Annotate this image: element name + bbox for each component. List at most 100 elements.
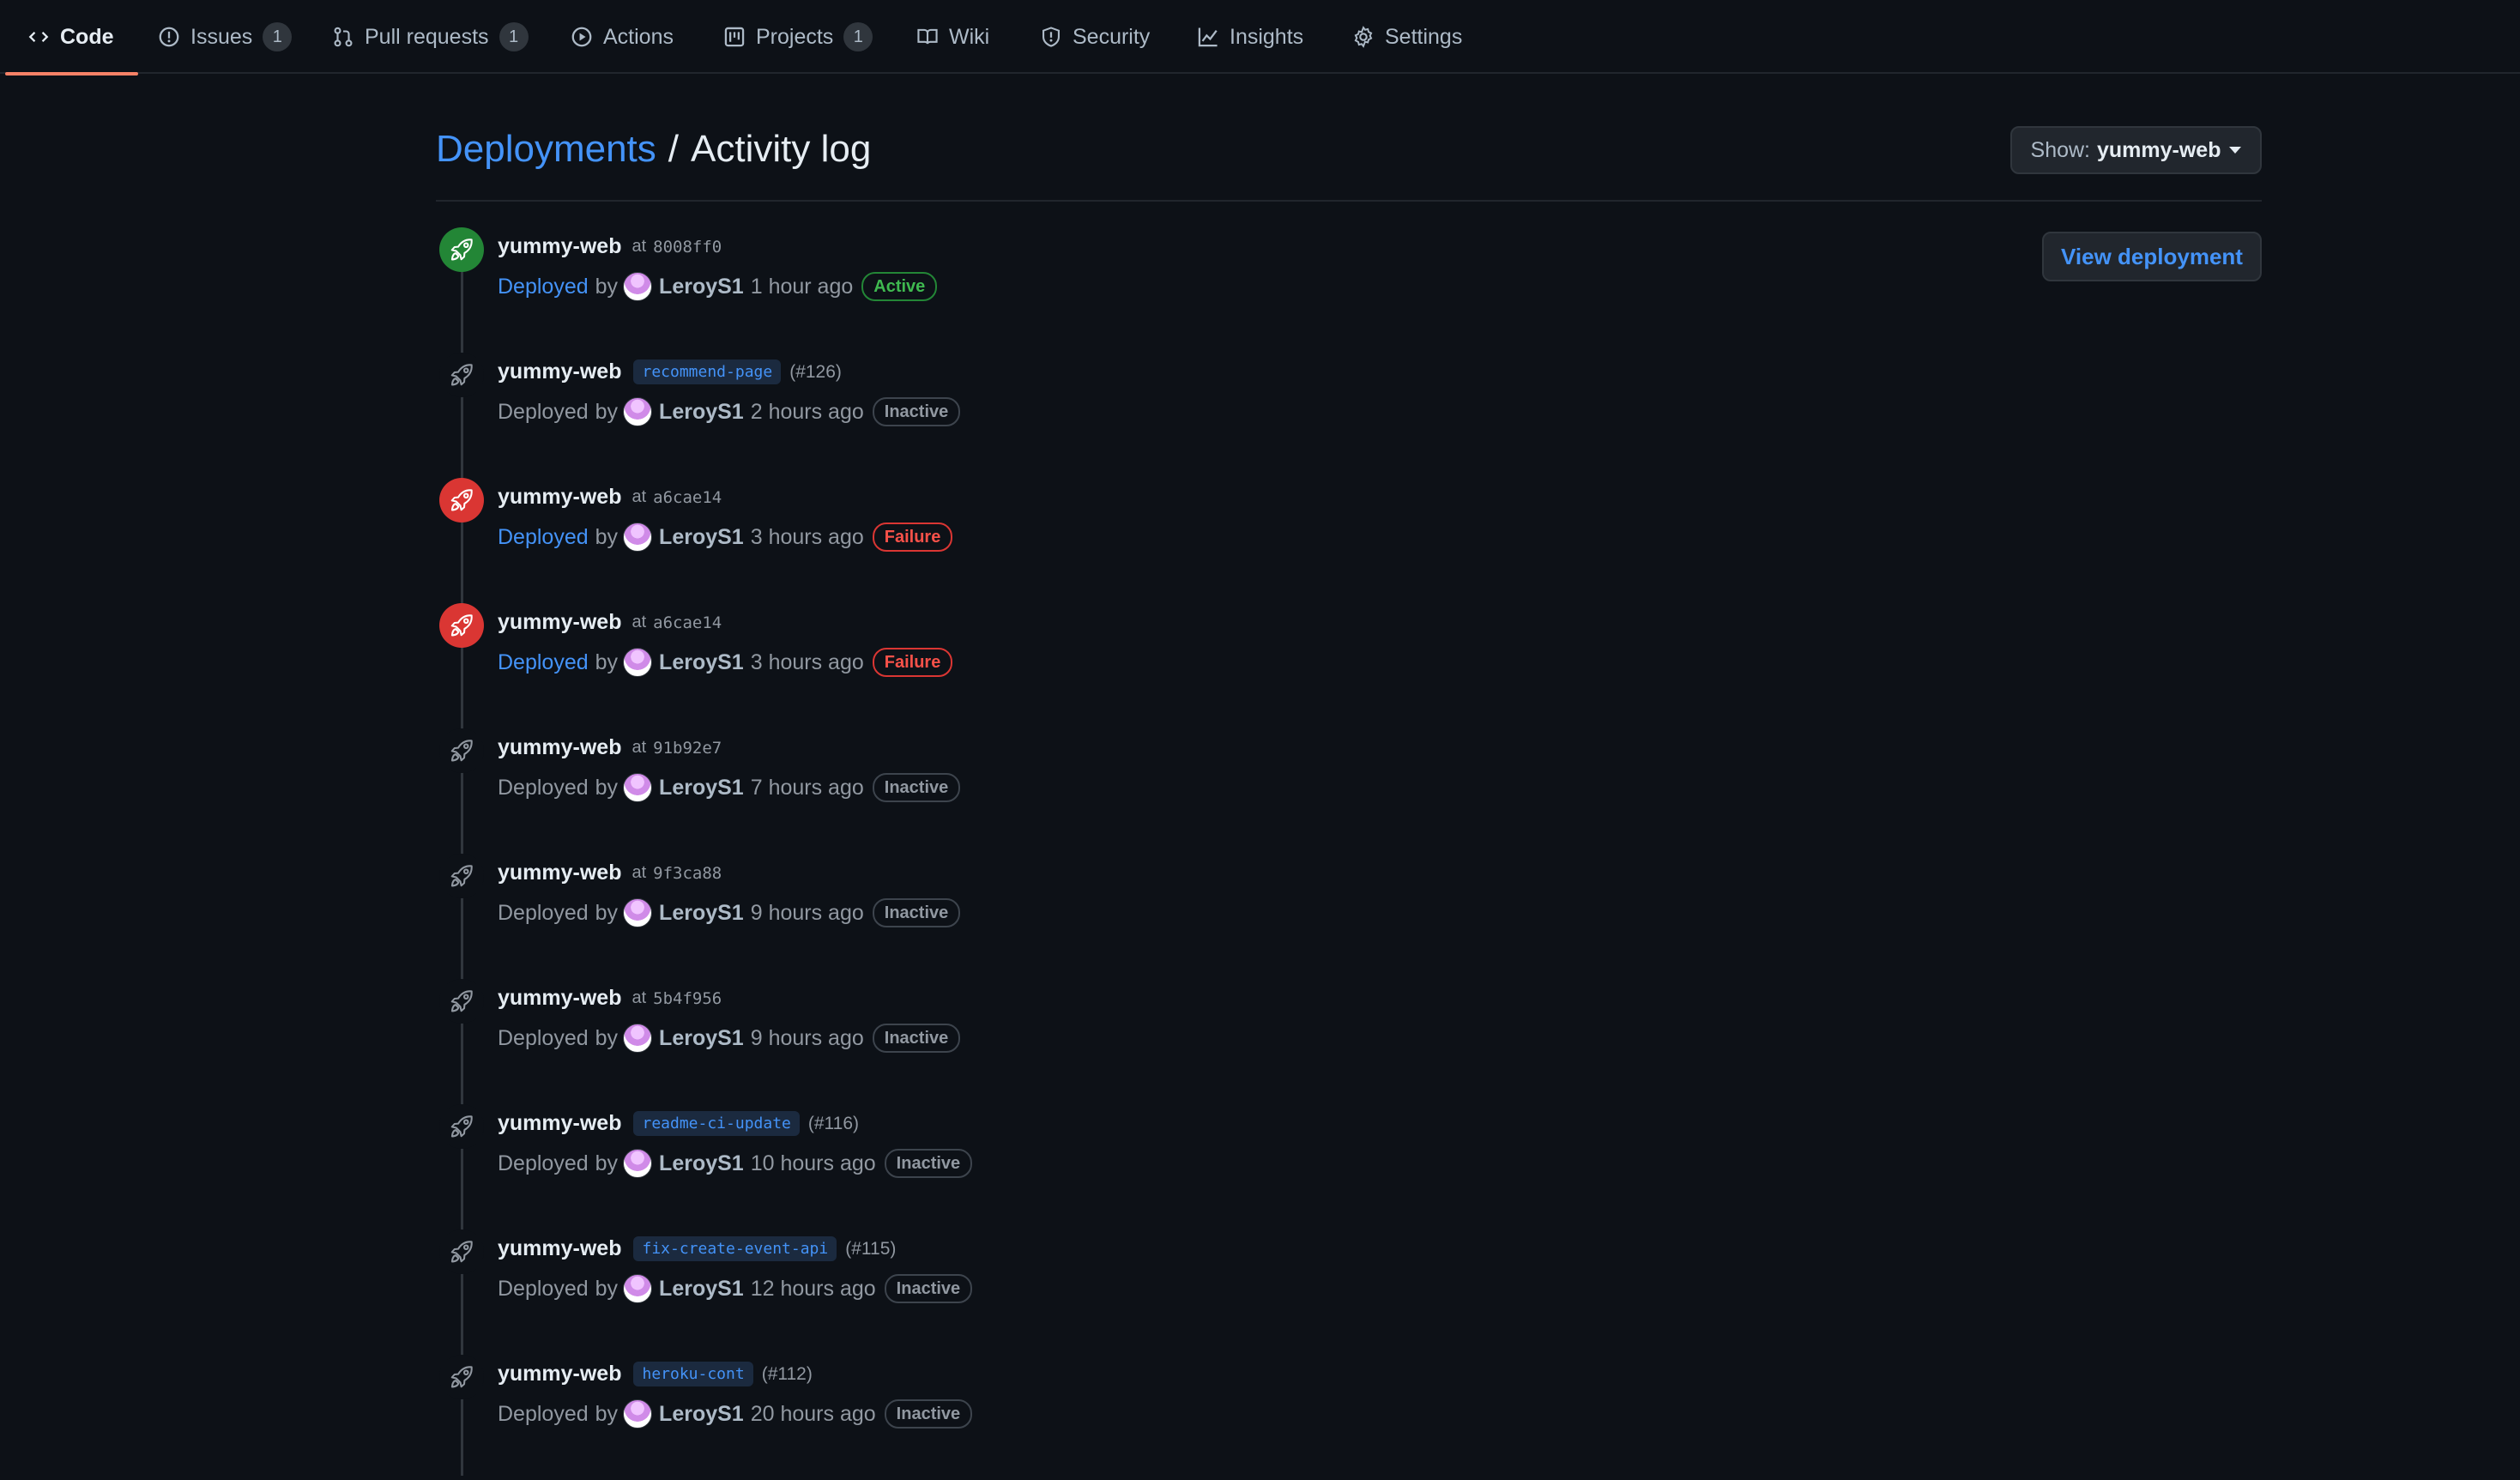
avatar[interactable] [623, 523, 653, 552]
environment-name[interactable]: yummy-web [498, 234, 621, 259]
pull-request-link[interactable]: (#115) [845, 1239, 896, 1260]
deployment-summary: yummy-web at a6cae14 [498, 610, 722, 635]
avatar[interactable] [623, 397, 653, 426]
commit-sha-link[interactable]: a6cae14 [653, 613, 722, 632]
tab-security[interactable]: Security [1040, 0, 1150, 74]
tab-projects[interactable]: Projects 1 [723, 0, 873, 74]
environment-name[interactable]: yummy-web [498, 610, 621, 635]
tab-settings[interactable]: Settings [1352, 0, 1462, 74]
tab-wiki[interactable]: Wiki [916, 0, 989, 74]
environment-name[interactable]: yummy-web [498, 1111, 621, 1136]
status-badge: Inactive [872, 397, 961, 426]
environment-name[interactable]: yummy-web [498, 485, 621, 510]
tab-label: Security [1073, 24, 1151, 49]
avatar[interactable] [623, 648, 653, 677]
deployment-status-dot [439, 1355, 484, 1399]
user-link[interactable]: LeroyS1 [659, 650, 744, 675]
commit-sha-link[interactable]: 5b4f956 [653, 989, 722, 1008]
tab-pull-requests[interactable]: Pull requests 1 [332, 0, 529, 74]
avatar[interactable] [623, 1149, 653, 1178]
environment-filter-dropdown[interactable]: Show: yummy-web [2010, 126, 2262, 174]
status-badge: Inactive [884, 1274, 973, 1303]
status-badge: Inactive [872, 898, 961, 927]
deployed-label: Deployed [498, 1276, 589, 1301]
deployment-summary: yummy-web at 9f3ca88 [498, 861, 722, 885]
deployment-summary: yummy-web recommend-page (#126) [498, 359, 842, 384]
environment-name[interactable]: yummy-web [498, 986, 621, 1011]
commit-sha-link[interactable]: 8008ff0 [653, 238, 722, 257]
page-title-text: Activity log [691, 128, 872, 170]
by-label: by [595, 1276, 619, 1301]
timestamp: 9 hours ago [750, 1025, 864, 1050]
user-link[interactable]: LeroyS1 [659, 1151, 744, 1176]
commit-sha-link[interactable]: 9f3ca88 [653, 864, 722, 883]
avatar[interactable] [623, 1274, 653, 1303]
avatar[interactable] [623, 773, 653, 802]
status-badge: Inactive [884, 1399, 973, 1429]
user-link[interactable]: LeroyS1 [659, 901, 744, 926]
avatar[interactable] [623, 898, 653, 927]
timestamp: 7 hours ago [750, 775, 864, 800]
user-link[interactable]: LeroyS1 [659, 1402, 744, 1427]
user-link[interactable]: LeroyS1 [659, 776, 744, 800]
commit-sha-link[interactable]: 91b92e7 [653, 739, 722, 758]
rocket-icon [450, 740, 473, 762]
breadcrumb-deployments-link[interactable]: Deployments [436, 128, 656, 171]
deployment-summary: yummy-web fix-create-event-api (#115) [498, 1236, 896, 1261]
tab-label: Wiki [949, 24, 990, 49]
filter-value: yummy-web [2097, 137, 2221, 162]
view-deployment-button[interactable]: View deployment [2042, 232, 2262, 281]
by-label: by [595, 1151, 619, 1175]
repo-nav-tabs: Code Issues 1 Pull requests 1 Actions Pr… [0, 0, 2520, 76]
deployment-summary: yummy-web at 5b4f956 [498, 986, 722, 1011]
issues-count-badge: 1 [263, 22, 293, 51]
deployed-label[interactable]: Deployed [498, 525, 589, 550]
user-link[interactable]: LeroyS1 [659, 400, 744, 425]
deployment-summary: yummy-web at 8008ff0 [498, 234, 722, 259]
deployment-status-dot [439, 1229, 484, 1274]
pull-request-link[interactable]: (#126) [789, 362, 842, 383]
user-link[interactable]: LeroyS1 [659, 525, 744, 550]
deployment-meta: Deployed by LeroyS1 2 hours ago Inactive [498, 397, 961, 426]
pull-request-link[interactable]: (#112) [762, 1364, 813, 1385]
tab-issues[interactable]: Issues 1 [158, 0, 293, 74]
environment-name[interactable]: yummy-web [498, 359, 621, 384]
branch-label[interactable]: heroku-cont [633, 1362, 753, 1386]
status-badge: Inactive [872, 773, 961, 802]
tab-label: Projects [756, 24, 834, 49]
timestamp: 9 hours ago [750, 900, 864, 925]
avatar[interactable] [623, 1399, 653, 1429]
environment-name[interactable]: yummy-web [498, 1362, 621, 1386]
deployed-label[interactable]: Deployed [498, 650, 589, 675]
deployment-summary: yummy-web heroku-cont (#112) [498, 1362, 813, 1386]
user-link[interactable]: LeroyS1 [659, 1026, 744, 1051]
by-label: by [595, 524, 619, 549]
tab-insights[interactable]: Insights [1197, 0, 1303, 74]
avatar[interactable] [623, 1024, 653, 1053]
user-link[interactable]: LeroyS1 [659, 275, 744, 299]
branch-label[interactable]: fix-create-event-api [633, 1236, 837, 1261]
environment-name[interactable]: yummy-web [498, 735, 621, 760]
commit-sha-link[interactable]: a6cae14 [653, 488, 722, 507]
avatar[interactable] [623, 272, 653, 301]
deployment-entry: yummy-web at a6cae14 Deployed by LeroyS1… [436, 478, 1465, 603]
deployment-summary: yummy-web readme-ci-update (#116) [498, 1111, 859, 1136]
deployed-label[interactable]: Deployed [498, 275, 589, 299]
deployment-status-dot [439, 353, 484, 397]
projects-count-badge: 1 [843, 22, 873, 51]
user-link[interactable]: LeroyS1 [659, 1277, 744, 1302]
tab-label: Pull requests [365, 24, 489, 49]
environment-name[interactable]: yummy-web [498, 1236, 621, 1261]
branch-label[interactable]: recommend-page [633, 359, 782, 384]
deployment-entry: yummy-web readme-ci-update (#116) Deploy… [436, 1104, 1465, 1229]
active-tab-underline [5, 72, 138, 76]
deployment-entry: yummy-web recommend-page (#126) Deployed… [436, 353, 1465, 478]
environment-name[interactable]: yummy-web [498, 861, 621, 885]
tab-code[interactable]: Code [5, 0, 138, 76]
deployment-entry: yummy-web fix-create-event-api (#115) De… [436, 1229, 1465, 1355]
branch-label[interactable]: readme-ci-update [633, 1111, 800, 1136]
tab-actions[interactable]: Actions [571, 0, 674, 74]
rocket-icon [450, 489, 473, 511]
breadcrumb-separator: / [668, 128, 680, 170]
pull-request-link[interactable]: (#116) [808, 1114, 859, 1134]
